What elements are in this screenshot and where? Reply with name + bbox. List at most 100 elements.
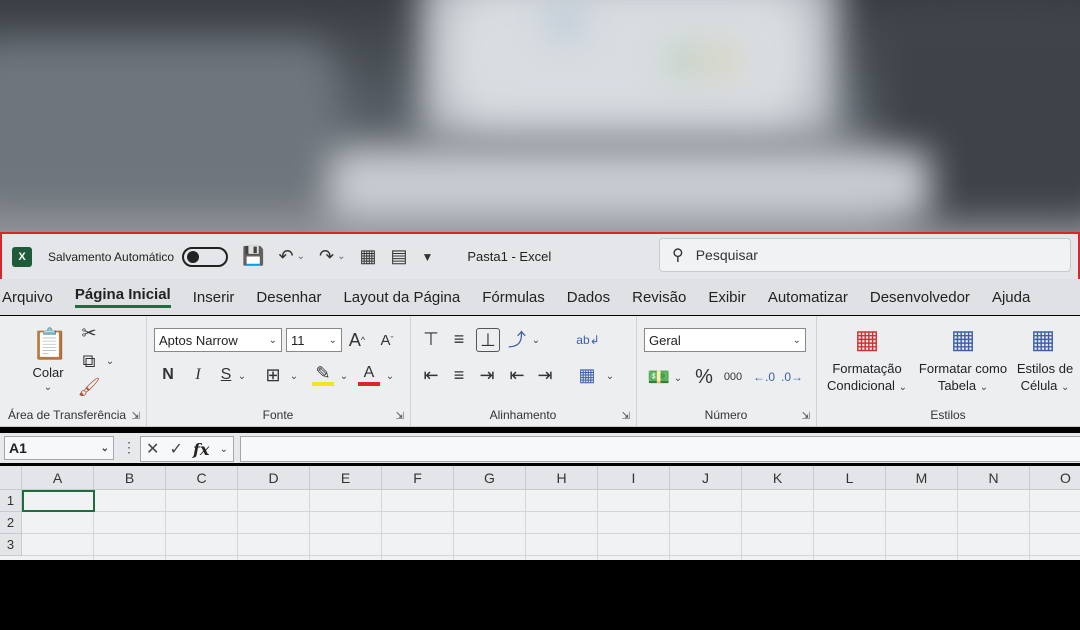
enter-check-icon[interactable]: ✓ xyxy=(170,439,183,459)
tab-automatizar[interactable]: Automatizar xyxy=(768,289,848,306)
search-input[interactable] xyxy=(693,246,1028,264)
column-header-k[interactable]: K xyxy=(742,466,814,490)
column-header-l[interactable]: L xyxy=(814,466,886,490)
fill-color-icon[interactable]: ✎ xyxy=(312,363,334,386)
row-header-3[interactable]: 3 xyxy=(0,534,22,556)
row-header-2[interactable]: 2 xyxy=(0,512,22,534)
font-color-icon[interactable]: A xyxy=(358,364,380,386)
cut-icon[interactable]: ✂ xyxy=(78,322,100,344)
increase-indent-icon[interactable]: ⇥ xyxy=(534,364,556,386)
cell-styles-icon[interactable]: ▦ xyxy=(1026,324,1060,354)
bold-button[interactable]: N xyxy=(158,364,178,386)
borders-icon[interactable]: ⊞ xyxy=(262,364,284,386)
column-header-i[interactable]: I xyxy=(598,466,670,490)
chevron-down-icon[interactable]: ⌄ xyxy=(530,330,542,350)
dialog-launcher-icon[interactable]: ⇲ xyxy=(396,411,404,422)
align-middle-icon[interactable]: ≡ xyxy=(448,328,470,350)
column-header-j[interactable]: J xyxy=(670,466,742,490)
comma-style-button[interactable]: 000 xyxy=(720,366,746,388)
column-header-c[interactable]: C xyxy=(166,466,238,490)
shrink-font-button[interactable]: Aˇ xyxy=(376,328,398,352)
column-header-g[interactable]: G xyxy=(454,466,526,490)
conditional-formatting-icon[interactable]: ▦ xyxy=(850,324,884,354)
customize-toolbar-button[interactable]: ▼ xyxy=(422,250,434,264)
tab-ajuda[interactable]: Ajuda xyxy=(992,289,1030,306)
font-size-select[interactable]: 11 ⌄ xyxy=(286,328,342,352)
name-box[interactable]: A1 ⌄ xyxy=(4,436,114,460)
undo-button[interactable]: ↶ ⌄ xyxy=(279,246,305,267)
column-header-d[interactable]: D xyxy=(238,466,310,490)
select-all-corner[interactable] xyxy=(0,466,22,490)
table-grid-button[interactable]: ▦ xyxy=(359,246,376,267)
wrap-text-icon[interactable]: ab↲ xyxy=(576,328,600,352)
merge-center-icon[interactable]: ▦ xyxy=(576,364,598,386)
paste-label[interactable]: Colar xyxy=(22,364,74,381)
orientation-icon[interactable]: ⤴ xyxy=(506,328,528,350)
column-header-e[interactable]: E xyxy=(310,466,382,490)
cell-styles-button[interactable]: Estilos de Célula ⌄ xyxy=(1012,360,1078,396)
chevron-down-icon: ⌄ xyxy=(328,334,337,346)
tab-arquivo[interactable]: Arquivo xyxy=(2,289,53,306)
cancel-icon[interactable]: ✕ xyxy=(146,439,159,459)
active-cell[interactable] xyxy=(22,490,95,512)
column-header-h[interactable]: H xyxy=(526,466,598,490)
chevron-down-icon[interactable]: ⌄ xyxy=(338,366,350,386)
save-button[interactable]: 💾 xyxy=(242,246,264,267)
align-left-icon[interactable]: ⇤ xyxy=(420,364,442,386)
align-top-icon[interactable]: ⊤ xyxy=(420,328,442,350)
format-as-table-button[interactable]: Formatar como Tabela ⌄ xyxy=(914,360,1012,396)
underline-button[interactable]: S xyxy=(216,364,236,386)
form-button[interactable]: ▤ xyxy=(390,246,407,267)
column-header-n[interactable]: N xyxy=(958,466,1030,490)
chevron-down-icon[interactable]: ⌄ xyxy=(288,366,300,386)
chevron-down-icon[interactable]: ⌄ xyxy=(220,444,228,455)
dialog-launcher-icon[interactable]: ⇲ xyxy=(802,411,810,422)
column-header-f[interactable]: F xyxy=(382,466,454,490)
dialog-launcher-icon[interactable]: ⇲ xyxy=(622,411,630,422)
format-as-table-icon[interactable]: ▦ xyxy=(946,324,980,354)
align-bottom-icon[interactable]: ⊥ xyxy=(476,328,500,352)
chevron-down-icon[interactable]: ⌄ xyxy=(672,368,684,388)
grow-font-button[interactable]: A ^ xyxy=(346,328,368,352)
copy-icon[interactable]: ⧉ xyxy=(78,350,100,372)
column-header-a[interactable]: A xyxy=(22,466,94,490)
tab-formulas[interactable]: Fórmulas xyxy=(482,289,545,306)
tab-desenvolvedor[interactable]: Desenvolvedor xyxy=(870,289,970,306)
column-header-o[interactable]: O xyxy=(1030,466,1080,490)
chevron-down-icon[interactable]: ⌄ xyxy=(236,366,248,386)
tab-pagina-inicial[interactable]: Página Inicial xyxy=(74,286,171,308)
decrease-indent-icon[interactable]: ⇤ xyxy=(506,364,528,386)
tab-exibir[interactable]: Exibir xyxy=(708,289,746,306)
paste-icon[interactable]: 📋 xyxy=(30,324,70,364)
column-header-m[interactable]: M xyxy=(886,466,958,490)
conditional-formatting-button[interactable]: Formatação Condicional ⌄ xyxy=(822,360,912,396)
chevron-down-icon[interactable]: ⌄ xyxy=(384,366,396,386)
font-name-select[interactable]: Aptos Narrow ⌄ xyxy=(154,328,282,352)
italic-button[interactable]: I xyxy=(188,364,208,386)
formula-input[interactable] xyxy=(240,436,1080,462)
more-options-icon[interactable]: ⋮ xyxy=(122,439,136,456)
tab-inserir[interactable]: Inserir xyxy=(193,289,235,306)
align-center-icon[interactable]: ≡ xyxy=(448,364,470,386)
percent-style-button[interactable]: % xyxy=(692,366,716,388)
tab-dados[interactable]: Dados xyxy=(567,289,610,306)
tab-desenhar[interactable]: Desenhar xyxy=(256,289,321,306)
tab-revisao[interactable]: Revisão xyxy=(632,289,686,306)
chevron-down-icon[interactable]: ⌄ xyxy=(102,352,118,370)
tab-layout-da-pagina[interactable]: Layout da Página xyxy=(343,289,460,306)
column-header-b[interactable]: B xyxy=(94,466,166,490)
insert-function-button[interactable]: fx xyxy=(193,440,209,459)
format-painter-icon[interactable]: 🖌 xyxy=(78,376,101,398)
chevron-down-icon[interactable]: ⌄ xyxy=(38,380,58,394)
row-header-1[interactable]: 1 xyxy=(0,490,22,512)
increase-decimal-icon[interactable]: ←.0 xyxy=(752,366,776,388)
number-format-select[interactable]: Geral ⌄ xyxy=(644,328,806,352)
currency-format-icon[interactable]: 💵 xyxy=(648,366,670,388)
chevron-down-icon[interactable]: ⌄ xyxy=(604,366,616,386)
search-box[interactable]: ⚲ xyxy=(659,238,1071,272)
decrease-decimal-icon[interactable]: .0→ xyxy=(780,366,804,388)
autosave-toggle[interactable] xyxy=(182,246,229,267)
redo-button[interactable]: ↷ ⌄ xyxy=(319,246,345,267)
dialog-launcher-icon[interactable]: ⇲ xyxy=(132,411,140,422)
align-right-icon[interactable]: ⇥ xyxy=(476,364,498,386)
